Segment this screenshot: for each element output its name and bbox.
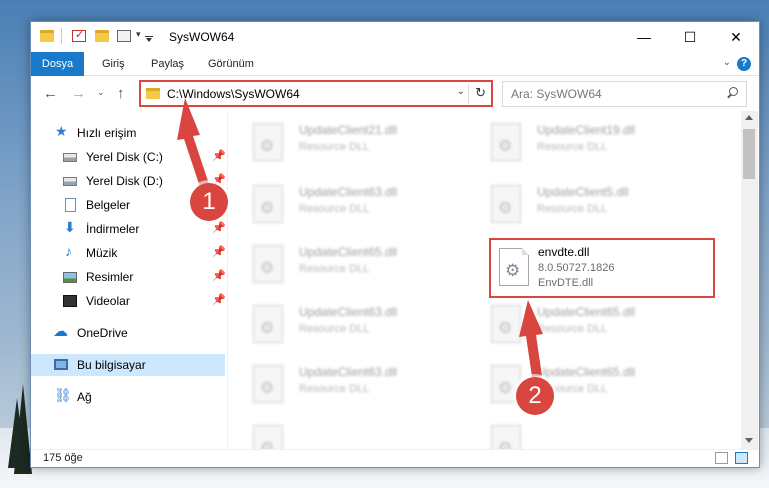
callout-badge-one: 1 xyxy=(190,183,228,221)
callout-arrow-one xyxy=(177,98,209,187)
callout-arrow-two xyxy=(519,300,543,377)
callout-badge-two: 2 xyxy=(516,377,554,415)
callout-arrows xyxy=(177,98,543,377)
